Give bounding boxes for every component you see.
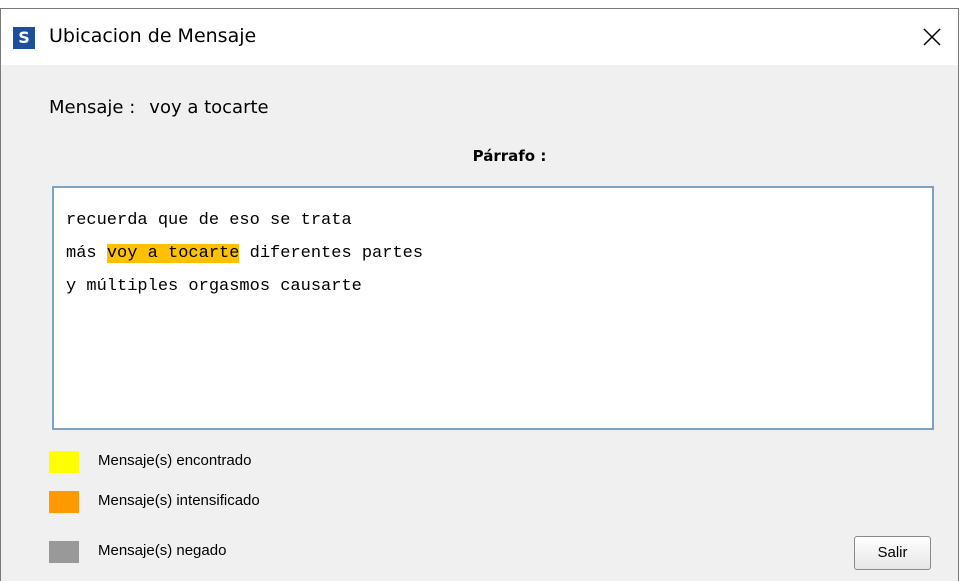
- paragraph-text-area[interactable]: recuerda que de eso se trata más voy a t…: [52, 186, 934, 430]
- message-value: voy a tocarte: [149, 97, 269, 118]
- window-title: Ubicacion de Mensaje: [49, 25, 257, 47]
- message-row: Mensaje : voy a tocarte: [49, 97, 269, 118]
- dialog-window: S Ubicacion de Mensaje Mensaje : voy a to…: [0, 8, 959, 581]
- exit-button[interactable]: Salir: [854, 536, 931, 570]
- paragraph-line: y múltiples orgasmos causarte: [66, 270, 920, 303]
- paragraph-line: más voy a tocarte diferentes partes: [66, 237, 920, 270]
- legend-label: Mensaje(s) negado: [98, 542, 227, 559]
- paragraph-line: recuerda que de eso se trata: [66, 204, 920, 237]
- line-text: más: [66, 244, 107, 263]
- legend-swatch-orange: [49, 491, 79, 513]
- legend-intensified: Mensaje(s) intensificado: [49, 491, 449, 513]
- line-text: diferentes partes: [239, 244, 424, 263]
- legend-negated: Mensaje(s) negado: [49, 541, 449, 563]
- title-bar[interactable]: S Ubicacion de Mensaje: [1, 9, 958, 65]
- message-label: Mensaje :: [49, 97, 136, 118]
- line-text: y múltiples orgasmos causarte: [66, 277, 362, 296]
- legend-swatch-gray: [49, 541, 79, 563]
- close-button[interactable]: [920, 25, 944, 49]
- legend-label: Mensaje(s) intensificado: [98, 492, 260, 509]
- paragraph-heading: Párrafo :: [472, 147, 547, 165]
- legend-found: Mensaje(s) encontrado: [49, 451, 449, 473]
- legend-swatch-yellow: [49, 451, 79, 473]
- legend-label: Mensaje(s) encontrado: [98, 452, 252, 469]
- highlighted-text: voy a tocarte: [106, 244, 240, 263]
- app-icon: S: [13, 27, 35, 49]
- line-text: recuerda que de eso se trata: [66, 211, 352, 230]
- close-icon: [923, 28, 941, 46]
- dialog-body: Mensaje : voy a tocarte Párrafo : recuerd…: [1, 65, 958, 581]
